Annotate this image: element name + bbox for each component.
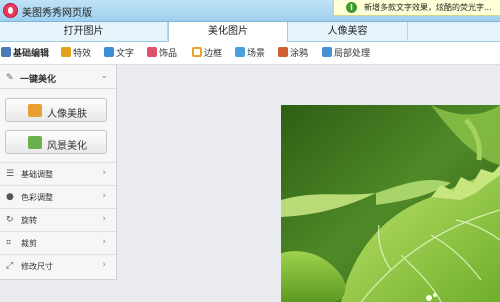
tab-open-image[interactable]: 打开图片 xyxy=(0,22,168,42)
main-tabs: 打开图片 美化图片 人像美容 xyxy=(0,22,500,43)
portrait-beautify-button[interactable]: 人像美肤 xyxy=(5,98,107,122)
tool-text[interactable]: 文字 xyxy=(104,47,134,61)
brush-icon xyxy=(278,47,288,57)
notice-text[interactable]: 新增多款文字效果，炫酷的荧光字... xyxy=(364,2,492,13)
tool-basic-edit[interactable]: 基础编辑 xyxy=(1,47,49,61)
sidebar-item-label: 基础调整 xyxy=(21,170,53,179)
tab-beautify-image[interactable]: 美化图片 xyxy=(168,22,288,43)
button-label: 风景美化 xyxy=(47,141,87,152)
tool-frame[interactable]: 边框 xyxy=(192,47,222,61)
portrait-icon xyxy=(28,104,42,117)
photo-canvas[interactable] xyxy=(281,105,500,302)
crop-icon: ⌗ xyxy=(6,238,12,248)
sidebar-item-label: 修改尺寸 xyxy=(21,262,53,271)
tool-label: 文字 xyxy=(116,49,135,59)
sidebar-item-rotate[interactable]: ↻ 旋转 › xyxy=(0,208,116,231)
spot-icon xyxy=(322,47,332,57)
edit-icon xyxy=(1,47,11,57)
info-icon: i xyxy=(346,2,357,13)
tool-label: 局部处理 xyxy=(334,49,371,59)
tool-label: 基础编辑 xyxy=(13,49,50,59)
one-click-beautify-header[interactable]: ✎ 一键美化 ⌄ xyxy=(0,65,116,89)
tab-portrait-beauty[interactable]: 人像美容 xyxy=(288,22,408,42)
sidebar-item-color-adjust[interactable]: ● 色彩调整 › xyxy=(0,185,116,208)
chevron-right-icon: › xyxy=(102,260,106,270)
app-logo-icon xyxy=(3,3,18,18)
chevron-right-icon: › xyxy=(102,214,106,224)
sliders-icon: ☰ xyxy=(6,169,15,179)
text-icon xyxy=(104,47,114,57)
button-label: 人像美肤 xyxy=(47,109,87,120)
tool-doodle[interactable]: 涂鸦 xyxy=(278,47,308,61)
tool-label: 饰品 xyxy=(159,49,178,59)
tool-effects[interactable]: 特效 xyxy=(61,47,91,61)
chevron-right-icon: › xyxy=(102,191,106,201)
bow-icon xyxy=(147,47,157,57)
wand-icon: ✎ xyxy=(6,73,14,83)
magic-wand-icon xyxy=(61,47,71,57)
sidebar-item-label: 色彩调整 xyxy=(21,193,53,202)
resize-icon: ⤢ xyxy=(6,261,14,271)
chevron-right-icon: › xyxy=(102,168,106,178)
sidebar-item-label: 旋转 xyxy=(21,216,37,225)
chevron-down-icon: ⌄ xyxy=(100,71,108,81)
toolbar: 基础编辑 特效 文字 饰品 边框 场景 涂鸦 局部处理 xyxy=(0,42,500,65)
app-title: 美图秀秀网页版 xyxy=(22,8,92,19)
tool-label: 涂鸦 xyxy=(290,49,309,59)
title-bar: 美图秀秀网页版 i 新增多款文字效果，炫酷的荧光字... xyxy=(0,0,500,22)
tool-label: 场景 xyxy=(247,49,266,59)
tool-label: 特效 xyxy=(73,49,92,59)
section-title: 一键美化 xyxy=(20,75,57,85)
landscape-beautify-button[interactable]: 风景美化 xyxy=(5,130,107,154)
notice-banner[interactable]: i 新增多款文字效果，炫酷的荧光字... xyxy=(333,0,500,16)
sidebar-item-crop[interactable]: ⌗ 裁剪 › xyxy=(0,231,116,254)
sidebar-item-resize[interactable]: ⤢ 修改尺寸 › xyxy=(0,254,116,277)
scene-icon xyxy=(235,47,245,57)
tool-scene[interactable]: 场景 xyxy=(235,47,265,61)
sidebar: ✎ 一键美化 ⌄ 人像美肤 风景美化 ☰ 基础调整 › ● 色彩调整 › ↻ 旋… xyxy=(0,65,117,280)
leaf-photo xyxy=(281,105,500,302)
tool-local-process[interactable]: 局部处理 xyxy=(322,47,370,61)
tool-accessories[interactable]: 饰品 xyxy=(147,47,177,61)
landscape-icon xyxy=(28,136,42,149)
sidebar-item-label: 裁剪 xyxy=(21,239,37,248)
chevron-right-icon: › xyxy=(102,237,106,247)
frame-icon xyxy=(192,47,202,57)
tool-label: 边框 xyxy=(204,49,223,59)
palette-icon: ● xyxy=(6,192,14,202)
rotate-icon: ↻ xyxy=(6,215,14,225)
sidebar-item-basic-adjust[interactable]: ☰ 基础调整 › xyxy=(0,162,116,185)
